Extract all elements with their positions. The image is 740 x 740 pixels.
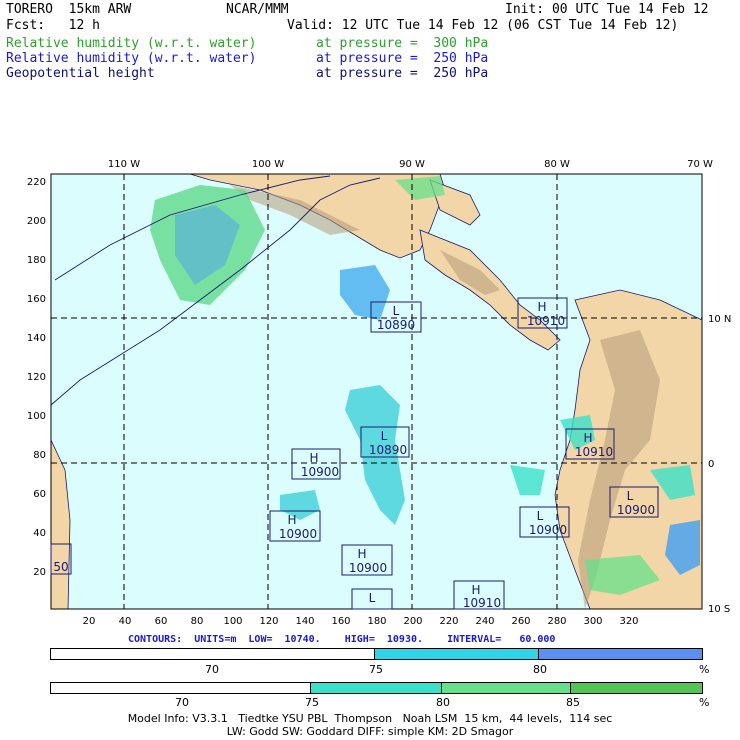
center-value: 10900 — [349, 561, 387, 575]
x-tick: 200 — [403, 616, 422, 627]
colorbar2-label: 80 — [436, 696, 450, 709]
center-value: 10910 — [463, 596, 501, 610]
lon-label-110w: 110 W — [108, 159, 140, 170]
lat-label-0: 0 — [708, 459, 714, 470]
y-tick: 180 — [27, 255, 46, 266]
x-tick: 60 — [155, 616, 168, 627]
colorbar2-label: 75 — [305, 696, 319, 709]
colorbar-segment — [51, 683, 312, 693]
contours-info: CONTOURS: UNITS=m LOW= 10740. HIGH= 1093… — [128, 634, 556, 645]
colorbar-segment — [441, 683, 572, 693]
center-value: 10900 — [279, 527, 317, 541]
x-axis-ticks: 20 40 60 80 100 120 140 160 180 200 220 … — [83, 616, 639, 627]
center-type: L — [537, 509, 544, 523]
x-tick: 180 — [367, 616, 386, 627]
center-type: H — [537, 300, 546, 314]
x-tick: 320 — [619, 616, 638, 627]
lon-label-70w: 70 W — [687, 159, 713, 170]
y-tick: 140 — [27, 333, 46, 344]
x-tick: 220 — [439, 616, 458, 627]
colorbar1-unit: % — [699, 663, 710, 676]
x-tick: 100 — [223, 616, 242, 627]
center-value: 10900 — [617, 503, 655, 517]
y-tick: 80 — [33, 450, 46, 461]
center-value: 10900 — [301, 465, 339, 479]
colorbar1-label: 75 — [369, 663, 383, 676]
center-type: H — [357, 547, 366, 561]
center-type: H — [583, 431, 592, 445]
x-tick: 260 — [511, 616, 530, 627]
colorbar2-unit: % — [699, 696, 710, 709]
center-type: H — [309, 451, 318, 465]
x-tick: 40 — [119, 616, 132, 627]
latitude-labels: 10 N 0 10 S — [708, 314, 731, 615]
x-tick: 160 — [331, 616, 350, 627]
center-type: L — [627, 489, 634, 503]
x-tick: 80 — [191, 616, 204, 627]
colorbar1-label: 80 — [533, 663, 547, 676]
lat-label-10s: 10 S — [708, 604, 730, 615]
y-tick: 60 — [33, 489, 46, 500]
y-tick: 20 — [33, 567, 46, 578]
y-tick: 220 — [27, 177, 46, 188]
colorbar-segment — [375, 649, 539, 659]
colorbar-segment — [311, 683, 442, 693]
weather-map: 110 W 100 W 90 W 80 W 70 W 10 N 0 10 S 2… — [27, 159, 731, 627]
colorbar2-label: 70 — [175, 696, 189, 709]
lon-label-80w: 80 W — [544, 159, 570, 170]
center-type: H — [287, 513, 296, 527]
center-value: 10890 — [377, 318, 415, 332]
y-tick: 200 — [27, 216, 46, 227]
colorbar2-label: 85 — [566, 696, 580, 709]
colorbar-segment — [538, 649, 702, 659]
lon-label-90w: 90 W — [399, 159, 425, 170]
center-value: 10890 — [369, 443, 407, 457]
x-tick: 20 — [83, 616, 96, 627]
colorbar-segment — [571, 683, 702, 693]
model-info-line1: Model Info: V3.3.1 Tiedtke YSU PBL Thomp… — [127, 712, 613, 725]
x-tick: 280 — [547, 616, 566, 627]
lon-label-100w: 100 W — [252, 159, 284, 170]
y-tick: 40 — [33, 528, 46, 539]
longitude-labels: 110 W 100 W 90 W 80 W 70 W — [108, 159, 713, 170]
y-axis-ticks: 220 200 180 160 140 120 100 80 60 40 20 — [27, 177, 46, 578]
x-tick: 300 — [583, 616, 602, 627]
lat-label-10n: 10 N — [708, 314, 731, 325]
center-value: 10900 — [529, 523, 567, 537]
center-value: 50 — [53, 560, 68, 574]
x-tick: 240 — [475, 616, 494, 627]
model-info-line2: LW: Godd SW: Goddard DIFF: simple KM: 2D… — [226, 725, 514, 738]
center-type: L — [369, 591, 376, 605]
center-value: 10910 — [527, 314, 565, 328]
x-tick: 120 — [259, 616, 278, 627]
colorbar1-label: 70 — [205, 663, 219, 676]
center-value: 10910 — [575, 445, 613, 459]
colorbar-segment — [51, 649, 375, 659]
colorbar-300hpa — [50, 682, 703, 694]
y-tick: 120 — [27, 372, 46, 383]
center-type: L — [393, 304, 400, 318]
center-type: H — [471, 583, 480, 597]
center-type: L — [381, 429, 388, 443]
colorbar-250hpa — [50, 648, 703, 660]
y-tick: 100 — [27, 411, 46, 422]
x-tick: 140 — [295, 616, 314, 627]
y-tick: 160 — [27, 294, 46, 305]
